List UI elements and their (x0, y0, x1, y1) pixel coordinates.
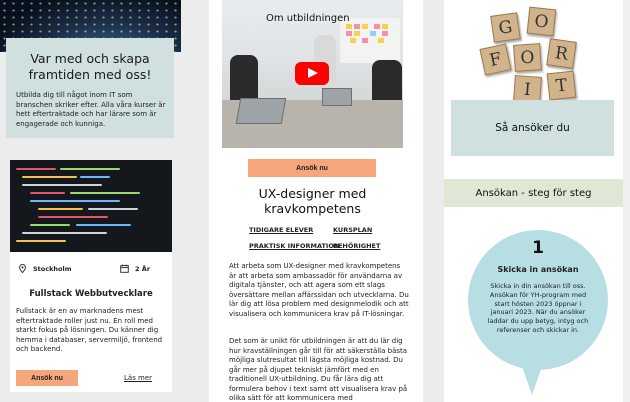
link-course-plan[interactable]: KURSPLAN (333, 226, 372, 234)
course-location-label: Stockholm (33, 264, 72, 273)
letter-tile: O (526, 6, 557, 37)
play-icon[interactable] (295, 62, 329, 85)
link-former-students[interactable]: TIDIGARE ELEVER (249, 226, 313, 234)
step-number: 1 (532, 238, 544, 258)
read-more-link[interactable]: Läs mer (124, 374, 152, 382)
whiteboard (340, 18, 400, 63)
video-player[interactable]: Om utbildningen (222, 0, 403, 148)
laptop (322, 88, 352, 106)
program-paragraph-1: Att arbeta som UX-designer med kravkompe… (229, 262, 409, 318)
video-title: Om utbildningen (266, 13, 350, 24)
program-title: UX-designer med kravkompetens (258, 186, 367, 216)
calendar-icon (120, 264, 129, 273)
letter-tile: F (479, 43, 512, 76)
laptop (235, 98, 287, 124)
apply-now-button-main[interactable]: Ansök nu (248, 159, 376, 177)
letter-tile: R (546, 38, 577, 69)
course-location: Stockholm (18, 264, 72, 273)
how-to-apply-heading: Så ansöker du (451, 100, 614, 156)
step-title: Skicka in ansökan (497, 265, 579, 274)
course-duration-label: 2 År (135, 264, 151, 273)
hero-panel: Var med och skapa framtiden med oss! Utb… (6, 38, 174, 138)
course-card: Stockholm 2 År Fullstack Webbutvecklare … (10, 160, 172, 392)
code-image (10, 160, 172, 252)
program-paragraph-2: Det som är unikt för utbildningen är att… (229, 337, 408, 402)
scrollbar[interactable] (623, 0, 630, 402)
apply-now-button[interactable]: Ansök nu (16, 370, 78, 386)
location-pin-icon (19, 264, 26, 273)
hero-text: Utbilda dig till något inom IT som brans… (16, 91, 166, 128)
letter-tile: T (546, 70, 577, 101)
steps-heading: Ansökan - steg för steg (444, 179, 623, 207)
link-eligibility[interactable]: BEHÖRIGHET (333, 242, 380, 250)
course-title: Fullstack Webbutvecklare (29, 289, 153, 299)
go-for-it-tiles-image: G O F O R I T (478, 4, 598, 110)
step-text: Skicka in din ansökan till oss. Ansökan … (487, 282, 589, 334)
letter-tile: G (490, 12, 521, 43)
course-description: Fullstack är en av marknadens mest efter… (16, 307, 163, 353)
course-duration: 2 År (120, 264, 150, 273)
letter-tile: O (513, 43, 542, 72)
link-practical-info[interactable]: PRAKTISK INFORMATION (249, 242, 339, 250)
hero-title: Var med och skapa framtiden med oss! (28, 51, 152, 82)
